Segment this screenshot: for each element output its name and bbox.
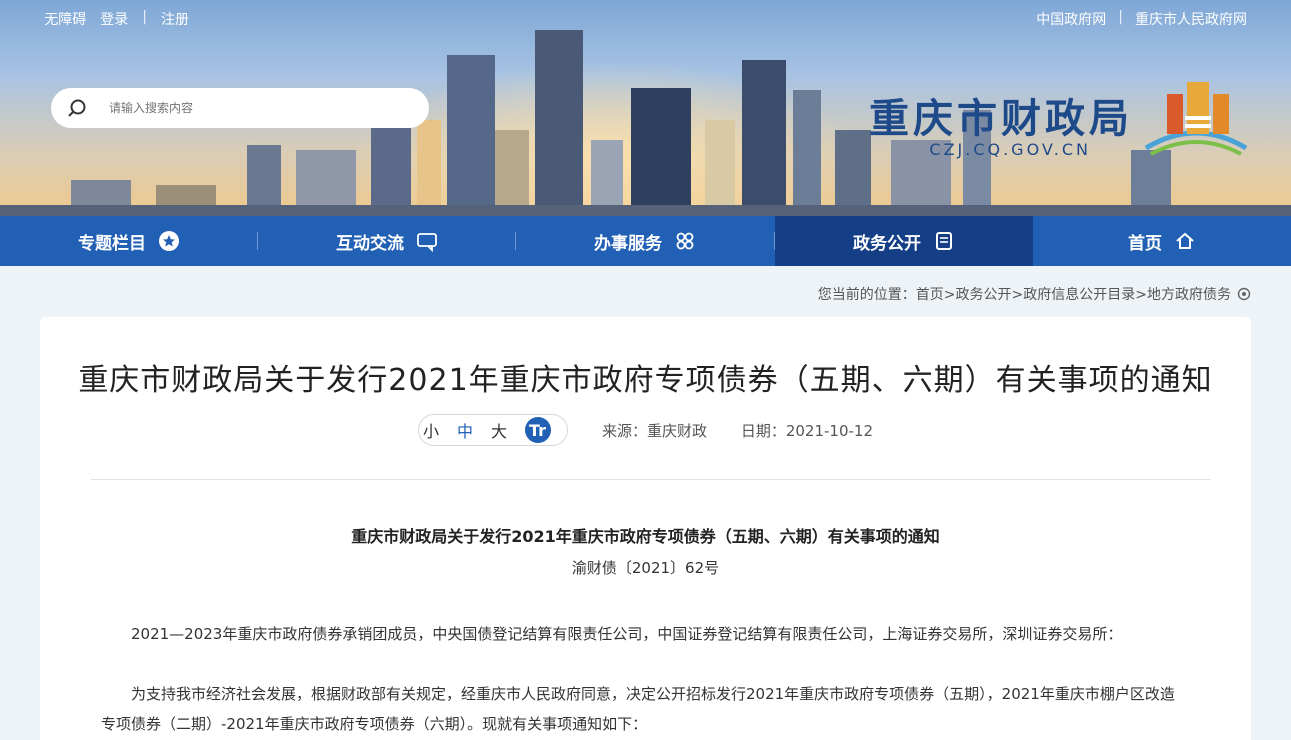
link-cn-gov[interactable]: 中国政府网: [1036, 9, 1106, 29]
link-cq-gov[interactable]: 重庆市人民政府网: [1135, 9, 1247, 29]
nav-label: 专题栏目: [78, 233, 147, 254]
document-icon: [935, 232, 952, 250]
link-register[interactable]: 注册: [161, 9, 189, 29]
document-number: 渝财债〔2021〕62号: [571, 559, 720, 577]
document-heading: 重庆市财政局关于发行2021年重庆市政府专项债券（五期、六期）有关事项的通知: [351, 527, 940, 546]
nav-label: 首页: [1127, 233, 1162, 254]
font-size-switch: Tr 大 中 小: [417, 414, 568, 446]
article-title: 重庆市财政局关于发行2021年重庆市政府专项债券（五期、六期）有关事项的通知: [78, 363, 1213, 398]
site-title: 重庆市财政局: [869, 95, 1133, 142]
article-date: 日期：2021-10-12: [740, 421, 874, 440]
font-small-button[interactable]: 小: [423, 418, 439, 442]
search-box: [51, 88, 429, 128]
article-meta: 日期：2021-10-12 来源：重庆财政 Tr 大 中 小: [40, 414, 1251, 446]
nav-interaction[interactable]: 互动交流: [258, 216, 516, 266]
location-icon: [1237, 287, 1251, 301]
link-accessibility[interactable]: 无障碍: [44, 9, 86, 29]
nav-topics[interactable]: 专题栏目: [0, 216, 258, 266]
link-login[interactable]: 登录: [100, 9, 128, 29]
font-medium-button[interactable]: 中: [457, 418, 473, 442]
site-logo[interactable]: 重庆市财政局 CZJ.CQ.GOV.CN: [851, 78, 1251, 168]
header-banner: 中国政府网 | 重庆市人民政府网 无障碍 登录 | 注册 重庆市财政局 CZJ.…: [0, 0, 1291, 216]
grid-icon: [677, 232, 694, 250]
search-icon[interactable]: [67, 98, 87, 118]
home-icon: [1176, 232, 1194, 249]
separator: |: [142, 9, 147, 25]
font-size-icon: Tr: [524, 417, 551, 443]
article-card: 重庆市财政局关于发行2021年重庆市政府专项债券（五期、六期）有关事项的通知 日…: [40, 317, 1251, 740]
star-icon: [159, 231, 180, 251]
font-large-button[interactable]: 大: [491, 418, 507, 442]
breadcrumb: 您当前的位置：首页>政务公开>政府信息公开目录>地方政府债务: [818, 284, 1251, 304]
site-domain: CZJ.CQ.GOV.CN: [929, 140, 1091, 159]
breadcrumb-text[interactable]: 您当前的位置：首页>政务公开>政府信息公开目录>地方政府债务: [818, 284, 1231, 304]
nav-label: 互动交流: [336, 233, 405, 254]
nav-home[interactable]: 首页: [1033, 216, 1291, 266]
search-input[interactable]: [109, 98, 409, 118]
divider: [91, 479, 1211, 480]
emblem-icon: [1144, 82, 1248, 156]
chat-icon: [417, 233, 438, 252]
nav-label: 办事服务: [594, 233, 663, 254]
nav-services[interactable]: 办事服务: [516, 216, 774, 266]
separator: |: [1118, 9, 1123, 25]
top-utility-bar: 中国政府网 | 重庆市人民政府网 无障碍 登录 | 注册: [0, 0, 1291, 36]
article-source: 来源：重庆财政: [601, 421, 707, 440]
nav-label: 政务公开: [852, 233, 921, 254]
nav-gov-affairs[interactable]: 政务公开: [774, 216, 1033, 266]
paragraph: 2021—2023年重庆市政府债券承销团成员，中央国债登记结算有限责任公司，中国…: [131, 625, 1123, 643]
paragraph: 为支持我市经济社会发展，根据财政部有关规定，经重庆市人民政府同意，决定公开招标发…: [101, 685, 1175, 733]
main-nav: 首页 政务公开 办事服务 互动交流 专题栏目: [0, 216, 1291, 266]
